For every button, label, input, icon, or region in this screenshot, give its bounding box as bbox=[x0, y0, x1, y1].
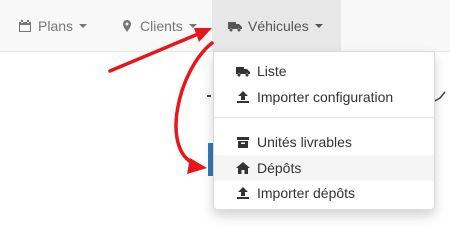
chevron-down-icon bbox=[314, 23, 323, 28]
menu-item-liste[interactable]: Liste bbox=[214, 58, 434, 84]
vehicules-dropdown-menu: Liste Importer configuration Unités livr… bbox=[213, 51, 435, 210]
upload-icon bbox=[236, 90, 250, 104]
menu-item-importer-depots[interactable]: Importer dépôts bbox=[214, 180, 434, 206]
nav-clients-label: Clients bbox=[140, 17, 183, 34]
menu-item-label: Dépôts bbox=[257, 160, 302, 176]
chevron-down-icon bbox=[79, 23, 88, 28]
menu-item-label: Importer configuration bbox=[257, 89, 394, 105]
archive-icon bbox=[236, 135, 250, 149]
menu-item-depots[interactable]: Dépôts bbox=[214, 155, 434, 181]
menu-item-label: Liste bbox=[257, 63, 287, 79]
menu-divider bbox=[214, 117, 434, 118]
nav-vehicules-label: Véhicules bbox=[248, 17, 309, 34]
truck-icon bbox=[228, 19, 242, 33]
menu-item-unites-livrables[interactable]: Unités livrables bbox=[214, 129, 434, 155]
map-marker-icon bbox=[120, 19, 134, 33]
nav-vehicules[interactable]: Véhicules bbox=[212, 0, 341, 51]
calendar-icon bbox=[18, 19, 32, 33]
background-mark bbox=[207, 95, 211, 97]
top-navbar: Plans Clients Véhicules bbox=[0, 0, 450, 52]
arrow-to-depots-icon bbox=[174, 41, 214, 174]
chevron-down-icon bbox=[188, 23, 197, 28]
nav-clients[interactable]: Clients bbox=[120, 0, 197, 51]
menu-item-importer-configuration[interactable]: Importer configuration bbox=[214, 84, 434, 110]
truck-icon bbox=[236, 64, 250, 78]
home-icon bbox=[236, 161, 250, 175]
nav-plans[interactable]: Plans bbox=[18, 0, 88, 51]
nav-plans-label: Plans bbox=[38, 17, 74, 34]
menu-item-label: Importer dépôts bbox=[257, 185, 356, 201]
upload-icon bbox=[236, 186, 250, 200]
menu-item-label: Unités livrables bbox=[257, 134, 352, 150]
